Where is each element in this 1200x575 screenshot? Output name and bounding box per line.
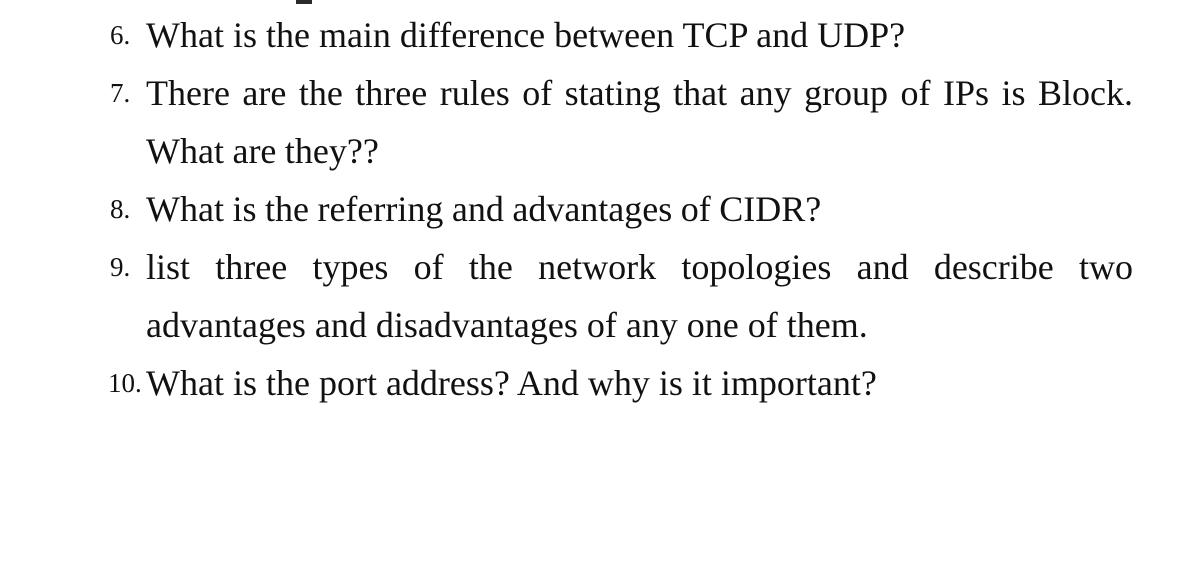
question-item-6: 6. What is the main difference between T…: [0, 6, 1200, 64]
question-item-9: 9. list three types of the network topol…: [0, 238, 1200, 354]
question-list: 6. What is the main difference between T…: [0, 0, 1200, 412]
question-text-8: What is the referring and advantages of …: [146, 189, 822, 229]
question-item-8: 8. What is the referring and advantages …: [0, 180, 1200, 238]
question-text-7: There are the three rules of stating tha…: [146, 73, 1133, 171]
question-text-9: list three types of the network topologi…: [146, 247, 1133, 345]
question-number-9: 9.: [110, 252, 131, 282]
question-item-7: 7. There are the three rules of stating …: [0, 64, 1200, 180]
question-number-8: 8.: [110, 194, 131, 224]
question-text-10: What is the port address? And why is it …: [146, 363, 877, 403]
question-number-7: 7.: [110, 78, 131, 108]
question-text-6: What is the main difference between TCP …: [146, 15, 906, 55]
question-item-10: 10. What is the port address? And why is…: [0, 354, 1200, 412]
question-number-6: 6.: [110, 20, 131, 50]
question-number-10: 10.: [108, 368, 142, 398]
